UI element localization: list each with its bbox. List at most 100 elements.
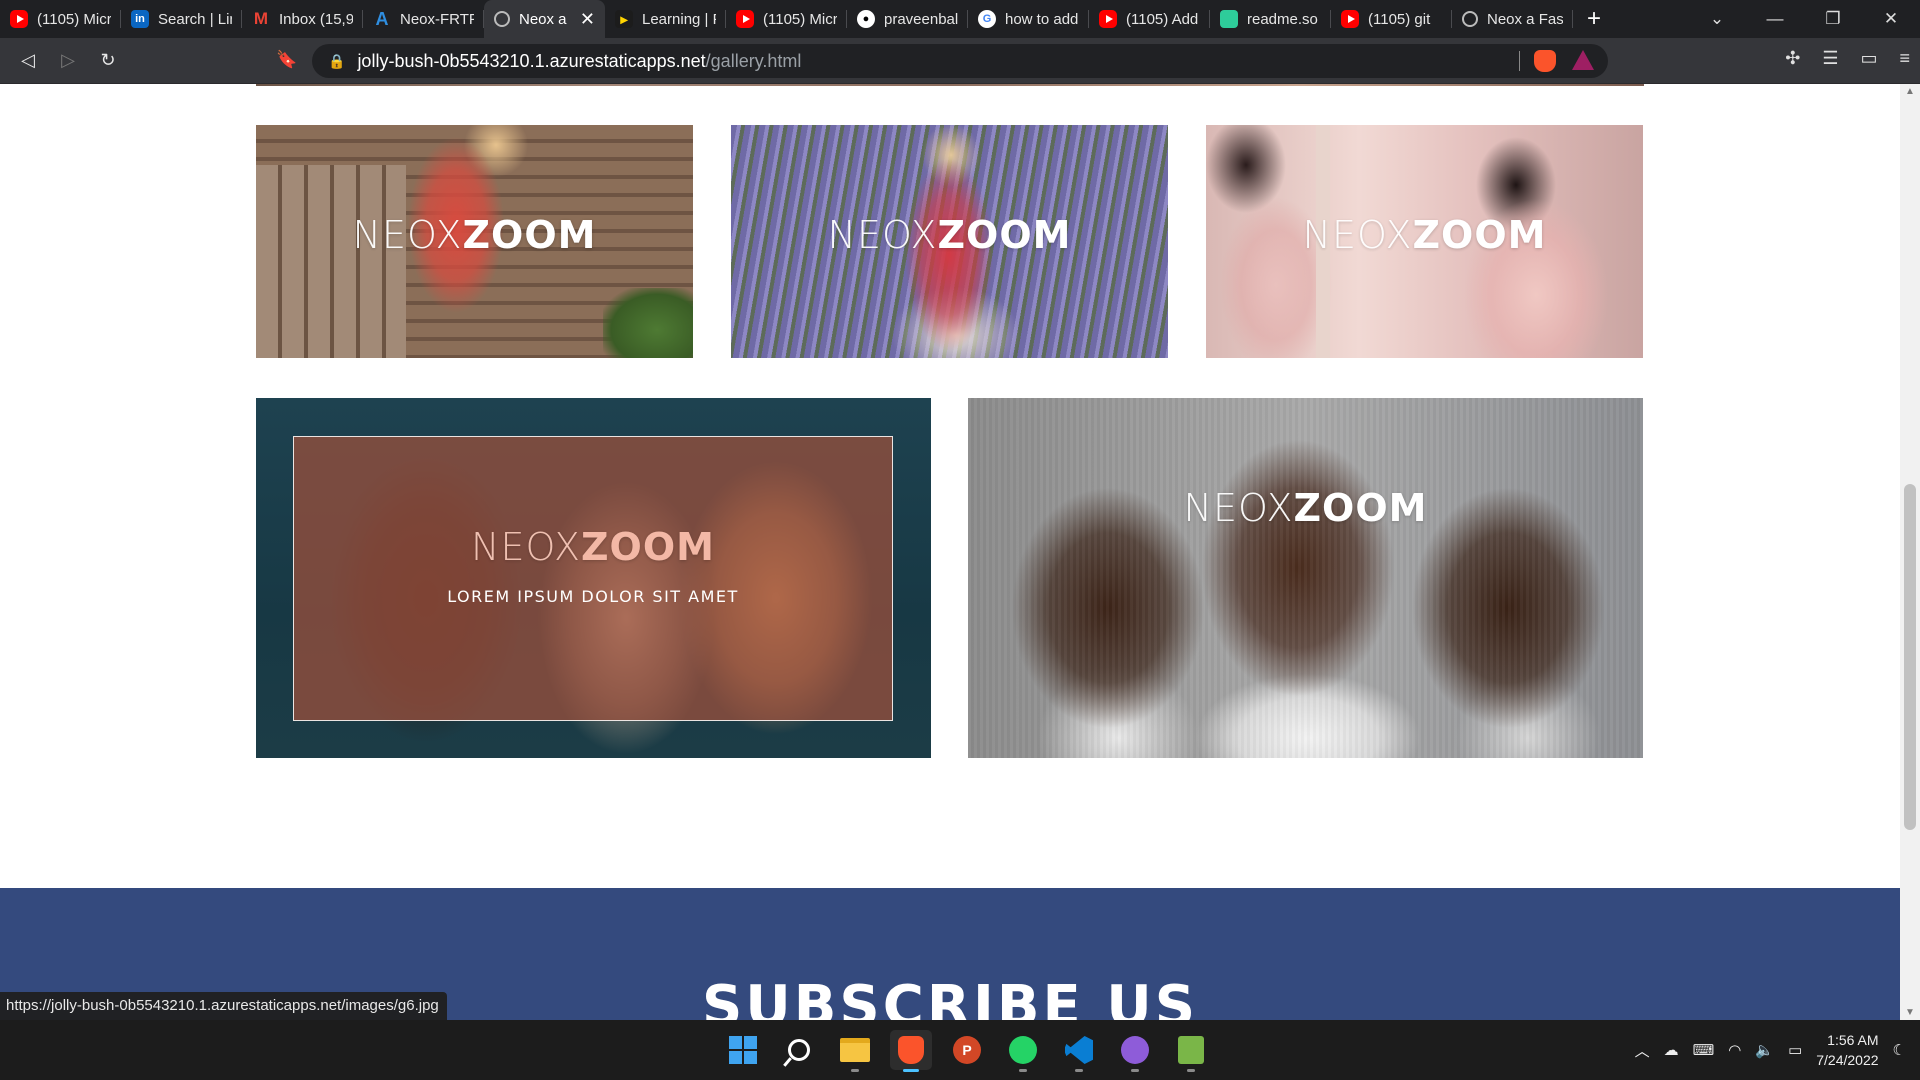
- hover-overlay[interactable]: NEOXZOOM LOREM IPSUM DOLOR SIT AMET: [293, 436, 893, 721]
- folder-icon: [840, 1038, 870, 1062]
- onedrive-icon[interactable]: ☁: [1664, 1041, 1679, 1059]
- browser-tab[interactable]: (1105) git: [1331, 0, 1452, 38]
- address-bar[interactable]: 🔒 jolly-bush-0b5543210.1.azurestaticapps…: [312, 44, 1608, 78]
- playlist-icon[interactable]: ☰: [1822, 48, 1838, 69]
- gallery-image-4-hovered[interactable]: NEOXZOOM LOREM IPSUM DOLOR SIT AMET: [256, 398, 931, 758]
- gallery-logo: NEOXZOOM: [1183, 486, 1428, 530]
- scroll-down-icon[interactable]: ▼: [1905, 1007, 1915, 1018]
- browser-tab[interactable]: (1105) Micr: [726, 0, 847, 38]
- keyboard-icon[interactable]: ⌨: [1693, 1041, 1715, 1059]
- scrollbar-thumb[interactable]: [1904, 484, 1916, 830]
- status-bar-url: https://jolly-bush-0b5543210.1.azurestat…: [0, 992, 447, 1020]
- youtube-icon: [10, 10, 28, 28]
- tab-strip: (1105) Micr in Search | Lin M Inbox (15,9 A Ne…: [0, 0, 1920, 38]
- tab-title: (1105) Add: [1126, 10, 1199, 28]
- taskbar-apps: P: [722, 1030, 1212, 1072]
- toolbar: ◁ ▷ ↻ 🔖 🔒 jolly-bush-0b5543210.1.azurest…: [0, 38, 1920, 84]
- notes-app-button[interactable]: [1170, 1030, 1212, 1072]
- gallery-logo: NEOXZOOM: [352, 213, 597, 257]
- gmail-icon: M: [253, 9, 269, 28]
- globe-icon: [494, 11, 510, 27]
- windows-icon: [729, 1036, 757, 1064]
- reload-button[interactable]: ↻: [88, 50, 128, 71]
- scroll-up-icon[interactable]: ▲: [1905, 86, 1915, 97]
- brave-rewards-icon[interactable]: [1572, 50, 1594, 70]
- search-button[interactable]: [778, 1030, 820, 1070]
- browser-tab[interactable]: in Search | Lin: [121, 0, 242, 38]
- browser-tab[interactable]: M Inbox (15,9: [242, 0, 363, 38]
- browser-tab[interactable]: Neox a ✕: [484, 0, 605, 38]
- taskbar: P ︿ ☁ ⌨ ◠ 🔈 ▭ 1:56 AM 7/24/2022 ☾: [0, 1020, 1920, 1080]
- notes-icon: [1178, 1036, 1204, 1064]
- vscode-icon: [1065, 1036, 1093, 1064]
- browser-tab[interactable]: readme.so: [1210, 0, 1331, 38]
- browser-tab[interactable]: ▸ Learning | F: [605, 0, 726, 38]
- extensions-icon[interactable]: ✣: [1785, 48, 1800, 69]
- tab-title: how to add: [1005, 10, 1079, 28]
- browser-tab[interactable]: (1105) Add: [1089, 0, 1210, 38]
- brave-icon: [898, 1036, 924, 1064]
- tab-title: Neox a Fas: [1487, 10, 1563, 28]
- gallery-logo: NEOXZOOM: [1302, 213, 1547, 257]
- clock[interactable]: 1:56 AM 7/24/2022: [1816, 1030, 1878, 1070]
- github-icon: ●: [857, 10, 875, 28]
- powerpoint-button[interactable]: P: [946, 1030, 988, 1070]
- tab-title: (1105) Micr: [763, 10, 837, 28]
- wifi-icon[interactable]: ◠: [1728, 1041, 1741, 1059]
- globe-icon: [1462, 11, 1478, 27]
- chevron-up-icon[interactable]: ︿: [1635, 1040, 1650, 1061]
- browser-tab[interactable]: Ghow to add: [968, 0, 1089, 38]
- tab-title: Search | Lin: [158, 10, 232, 28]
- gallery-image-2[interactable]: NEOXZOOM: [731, 125, 1168, 358]
- hover-caption: LOREM IPSUM DOLOR SIT AMET: [447, 587, 739, 606]
- wallet-icon[interactable]: ▭: [1860, 48, 1877, 69]
- youtube-icon: [1099, 10, 1117, 28]
- menu-icon[interactable]: ≡: [1899, 48, 1910, 69]
- toolbar-right: ✣ ☰ ▭ ≡: [1785, 48, 1910, 69]
- tab-title: praveenbal: [884, 10, 958, 28]
- lock-icon[interactable]: 🔒: [328, 53, 345, 70]
- tab-search-chevron-icon[interactable]: ⌄: [1688, 9, 1746, 29]
- tab-title: Neox a: [519, 10, 567, 28]
- page-scrollbar[interactable]: ▲ ▼: [1900, 84, 1920, 1020]
- brave-shields-icon[interactable]: [1534, 50, 1556, 72]
- gallery-image-1[interactable]: NEOXZOOM: [256, 125, 693, 358]
- browser-tab[interactable]: Neox a Fas: [1452, 0, 1573, 38]
- github-desktop-icon: [1121, 1036, 1149, 1064]
- divider: [1519, 51, 1520, 71]
- system-tray: ︿ ☁ ⌨ ◠ 🔈 ▭ 1:56 AM 7/24/2022 ☾: [1635, 1020, 1920, 1080]
- youtube-icon: [1341, 10, 1359, 28]
- previous-row-edge: [256, 84, 1644, 86]
- vscode-button[interactable]: [1058, 1030, 1100, 1072]
- new-tab-button[interactable]: +: [1587, 5, 1617, 33]
- minimize-button[interactable]: —: [1746, 9, 1804, 29]
- whatsapp-button[interactable]: [1002, 1030, 1044, 1072]
- restore-button[interactable]: ❐: [1804, 9, 1862, 29]
- back-button[interactable]: ◁: [8, 50, 48, 71]
- file-explorer-button[interactable]: [834, 1030, 876, 1072]
- powerpoint-icon: P: [953, 1036, 981, 1064]
- start-button[interactable]: [722, 1030, 764, 1070]
- google-icon: G: [978, 10, 996, 28]
- close-window-button[interactable]: ✕: [1862, 9, 1920, 29]
- browser-tab[interactable]: A Neox-FRTP: [363, 0, 484, 38]
- bookmark-icon[interactable]: 🔖: [276, 50, 297, 70]
- gallery-logo: NEOXZOOM: [827, 213, 1072, 257]
- tab-title: (1105) git: [1368, 10, 1431, 28]
- notification-icon[interactable]: ☾: [1893, 1041, 1906, 1059]
- battery-icon[interactable]: ▭: [1788, 1041, 1802, 1059]
- github-desktop-button[interactable]: [1114, 1030, 1156, 1072]
- gallery-image-5[interactable]: NEOXZOOM: [968, 398, 1643, 758]
- tab-title: Neox-FRTP: [400, 10, 474, 28]
- youtube-icon: [736, 10, 754, 28]
- browser-tab[interactable]: ● praveenbal: [847, 0, 968, 38]
- whatsapp-icon: [1009, 1036, 1037, 1064]
- close-tab-icon[interactable]: ✕: [580, 9, 595, 30]
- search-icon: [788, 1039, 810, 1061]
- browser-tab[interactable]: (1105) Micr: [0, 0, 121, 38]
- linkedin-icon: in: [131, 10, 149, 28]
- forward-button[interactable]: ▷: [48, 50, 88, 71]
- volume-icon[interactable]: 🔈: [1755, 1041, 1774, 1059]
- brave-browser-button[interactable]: [890, 1030, 932, 1072]
- gallery-image-3[interactable]: NEOXZOOM: [1206, 125, 1643, 358]
